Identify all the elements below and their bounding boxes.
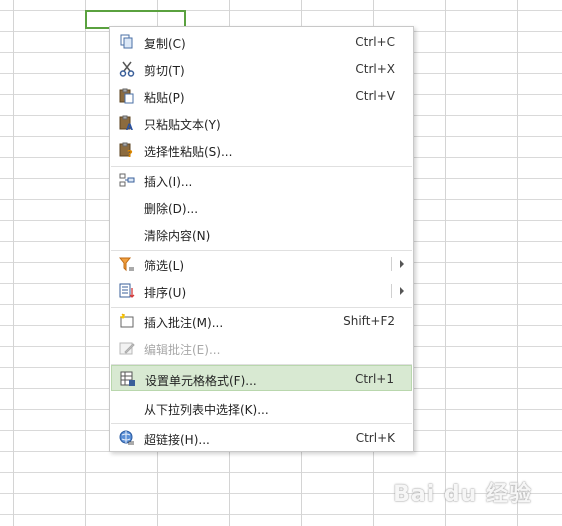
insert-comment-icon (119, 313, 135, 329)
submenu-divider (391, 284, 392, 298)
menu-item-label: 剪切(T) (144, 64, 185, 78)
format-cells-icon (120, 371, 136, 387)
menu-item-label: 排序(U) (144, 286, 187, 300)
submenu-divider (391, 257, 392, 271)
menu-item-insert-comment[interactable]: 插入批注(M)... Shift+F2 (111, 308, 412, 334)
menu-item-copy[interactable]: 复制(C) Ctrl+C (111, 29, 412, 55)
sort-icon (119, 283, 135, 299)
menu-item-edit-comment: 编辑批注(E)... (111, 335, 412, 361)
menu-item-paste[interactable]: 粘贴(P) Ctrl+V (111, 83, 412, 109)
menu-item-label: 清除内容(N) (144, 229, 211, 243)
menu-item-cut[interactable]: 剪切(T) Ctrl+X (111, 56, 412, 82)
menu-item-hyperlink[interactable]: 超链接(H)... Ctrl+K (111, 425, 412, 451)
menu-item-shortcut: Ctrl+C (355, 35, 395, 49)
menu-item-shortcut: Shift+F2 (343, 314, 395, 328)
paste-text-icon: A (119, 115, 135, 133)
chevron-right-icon (400, 287, 404, 295)
baidu-watermark: Bai du 经验 (393, 482, 532, 507)
filter-icon (118, 256, 135, 272)
menu-item-clear-content[interactable]: 清除内容(N) (111, 221, 412, 247)
paste-special-icon: ? (119, 142, 135, 160)
menu-item-label: 复制(C) (144, 37, 186, 51)
menu-item-sort[interactable]: 排序(U) (111, 278, 412, 304)
chevron-right-icon (400, 260, 404, 268)
menu-separator (111, 423, 412, 424)
menu-item-label: 选择性粘贴(S)... (144, 145, 233, 159)
edit-comment-icon (119, 340, 135, 356)
menu-item-label: 粘贴(P) (144, 91, 185, 105)
menu-item-insert[interactable]: 插入(I)... (111, 167, 412, 193)
insert-icon (119, 172, 135, 188)
menu-item-shortcut: Ctrl+1 (354, 372, 394, 386)
menu-item-label: 筛选(L) (144, 259, 185, 273)
menu-item-label: 超链接(H)... (144, 433, 210, 447)
menu-item-pick-from-list[interactable]: 从下拉列表中选择(K)... (111, 395, 412, 421)
context-menu: 复制(C) Ctrl+C 剪切(T) Ctrl+X 粘贴(P) Ctrl+V A… (109, 26, 414, 452)
menu-item-label: 从下拉列表中选择(K)... (144, 403, 269, 417)
menu-item-label: 插入批注(M)... (144, 316, 224, 330)
menu-item-format-cells[interactable]: 设置单元格格式(F)... Ctrl+1 (111, 365, 412, 391)
paste-icon (119, 88, 135, 104)
menu-item-shortcut: Ctrl+V (355, 89, 395, 103)
menu-item-label: 只粘贴文本(Y) (144, 118, 221, 132)
menu-item-paste-text-only[interactable]: A 只粘贴文本(Y) (111, 110, 412, 136)
svg-text:A: A (126, 123, 133, 131)
scissors-icon (119, 61, 135, 77)
menu-item-label: 设置单元格格式(F)... (145, 374, 257, 388)
menu-item-paste-special[interactable]: ? 选择性粘贴(S)... (111, 137, 412, 163)
hyperlink-icon (119, 430, 135, 446)
menu-item-filter[interactable]: 筛选(L) (111, 251, 412, 277)
menu-item-label: 删除(D)... (144, 202, 199, 216)
copy-icon (119, 34, 135, 50)
menu-item-label: 插入(I)... (144, 175, 193, 189)
menu-item-shortcut: Ctrl+K (355, 431, 395, 445)
menu-item-label: 编辑批注(E)... (144, 343, 221, 357)
menu-item-delete[interactable]: 删除(D)... (111, 194, 412, 220)
menu-item-shortcut: Ctrl+X (355, 62, 395, 76)
svg-text:?: ? (127, 149, 133, 158)
